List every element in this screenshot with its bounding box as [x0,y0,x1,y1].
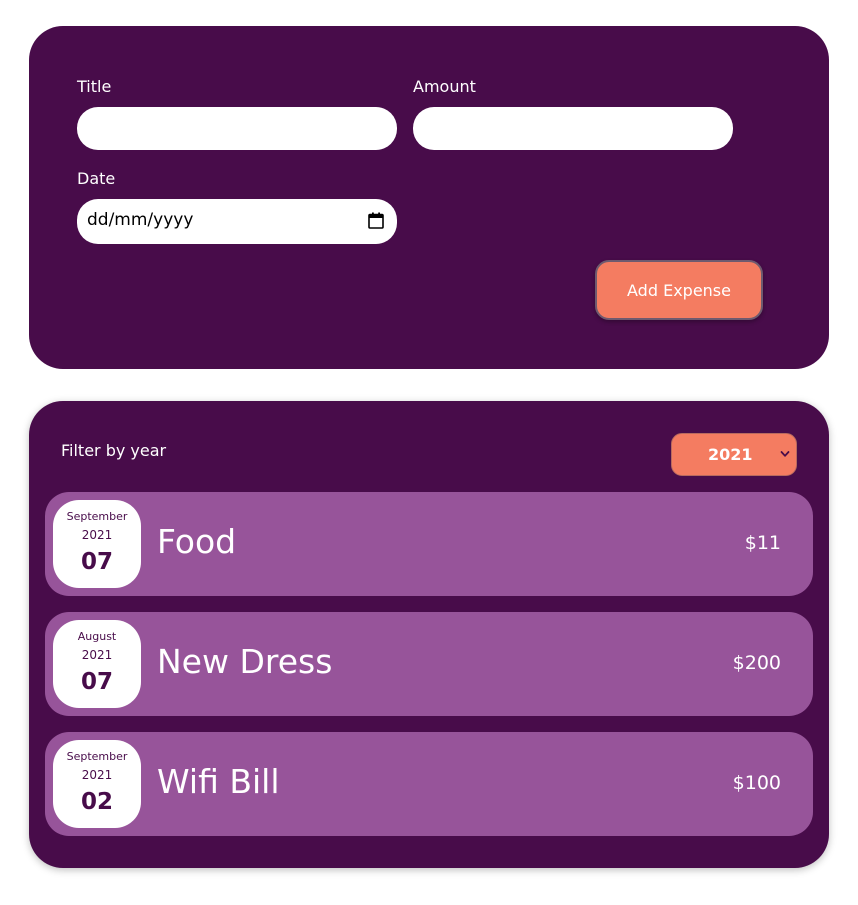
expense-amount: $11 [744,532,781,554]
expense-amount: $100 [732,772,781,794]
expense-day: 02 [80,789,113,815]
expense-date: September 2021 07 [53,500,141,588]
expense-year: 2021 [81,768,113,782]
year-filter-value: 2021 [708,445,753,464]
new-expense-form: Title Amount Date dd/mm/yyyy Add Expense [29,26,829,369]
expense-date: September 2021 02 [53,740,141,828]
date-input[interactable]: dd/mm/yyyy [77,199,397,244]
add-expense-button[interactable]: Add Expense [595,260,763,320]
expense-month: September [66,510,128,523]
expense-item: August 2021 07 New Dress $200 [45,612,813,716]
title-input[interactable] [77,107,397,150]
calendar-icon[interactable] [368,212,384,229]
expenses-panel: Filter by year 2021 September 2021 07 Fo… [29,401,829,868]
expense-month: August [77,630,117,643]
expense-year: 2021 [81,528,113,542]
expense-item: September 2021 02 Wifi Bill $100 [45,732,813,836]
expense-year: 2021 [81,648,113,662]
filter-label: Filter by year [61,441,167,460]
expense-date: August 2021 07 [53,620,141,708]
expense-title: New Dress [157,642,333,681]
expense-item: September 2021 07 Food $11 [45,492,813,596]
year-filter-select[interactable]: 2021 [671,433,797,476]
expense-title: Wifi Bill [157,762,280,801]
expense-month: September [66,750,128,763]
chevron-down-icon [780,451,790,457]
expense-amount: $200 [732,652,781,674]
expense-day: 07 [80,669,113,695]
amount-input[interactable] [413,107,733,150]
expense-title: Food [157,522,237,561]
title-label: Title [77,77,112,96]
amount-label: Amount [413,77,476,96]
date-label: Date [77,169,116,188]
expense-day: 07 [80,549,113,575]
date-placeholder: dd/mm/yyyy [87,210,194,230]
